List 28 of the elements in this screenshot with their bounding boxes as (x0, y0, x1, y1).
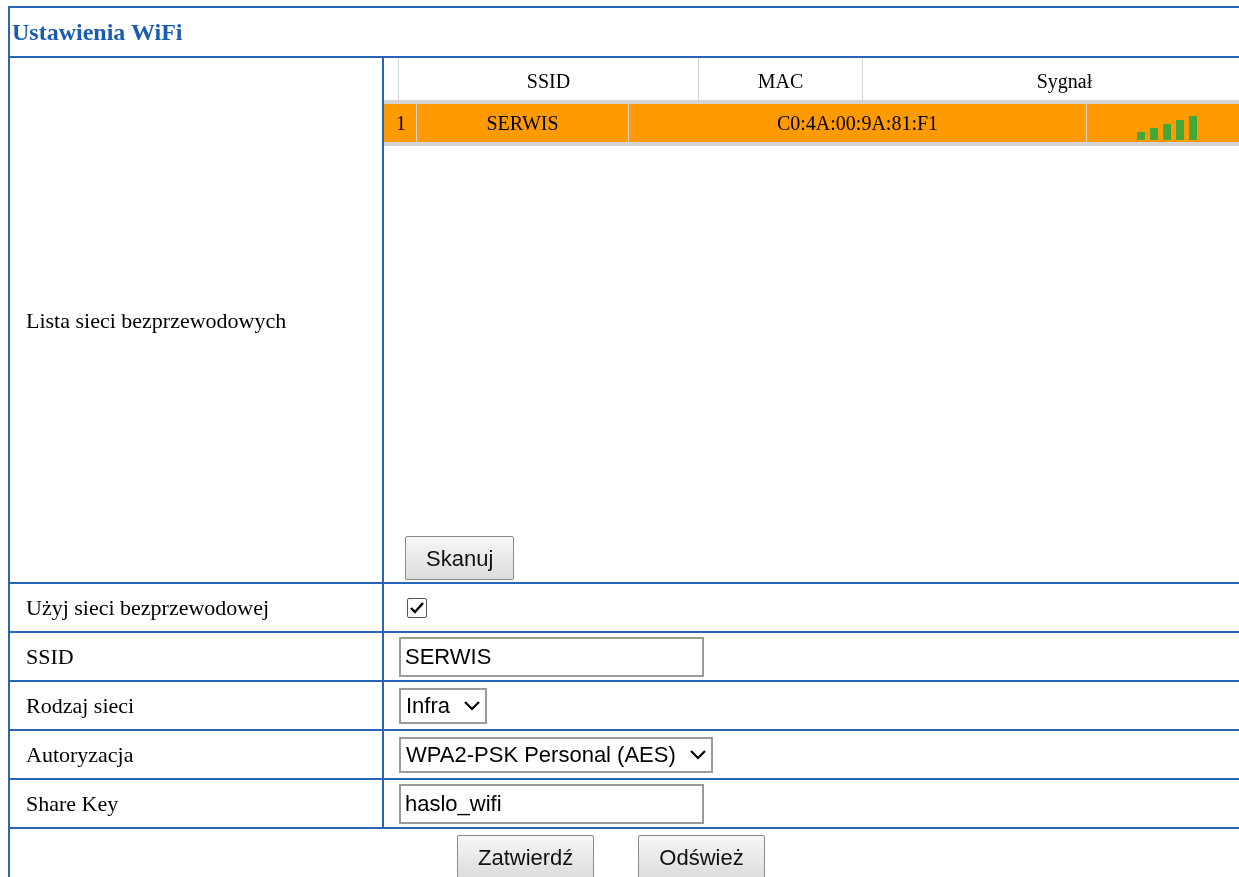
dropdown-value: Infra (406, 692, 451, 720)
checkmark-icon (409, 600, 425, 615)
column-header: SSID (526, 69, 571, 94)
field-label: Share Key (26, 790, 119, 818)
dropdown-value: WPA2-PSK Personal (AES) (406, 741, 676, 769)
field-label: Lista sieci bezprzewodowych (26, 306, 287, 335)
field-label: Użyj sieci bezprzewodowej (26, 594, 270, 622)
scan-button[interactable]: Skanuj (405, 536, 515, 580)
chevron-down-icon (689, 749, 706, 760)
table-cell-text: C0:4A:00:9A:81:F1 (776, 111, 939, 136)
field-label: Autoryzacja (26, 741, 134, 769)
signal-strength-icon (1137, 116, 1199, 140)
page-title: Ustawienia WiFi (12, 18, 183, 47)
chevron-down-icon (464, 700, 481, 711)
text-input[interactable]: SERWIS (399, 636, 704, 677)
column-header: MAC (757, 69, 804, 94)
form-button[interactable]: Zatwierdź (457, 835, 595, 877)
network-row[interactable]: 1 SERWIS C0:4A:00:9A:81:F1 (384, 104, 1239, 146)
form-button[interactable]: Odśwież (638, 835, 765, 877)
dropdown[interactable]: WPA2-PSK Personal (AES) (399, 736, 713, 773)
row-number: 1 (396, 111, 406, 136)
field-label: Rodzaj sieci (26, 692, 135, 720)
field-label: SSID (26, 643, 74, 671)
column-header: Sygnał (1036, 69, 1093, 95)
dropdown[interactable]: Infra (399, 687, 488, 724)
text-input[interactable]: haslo_wifi (399, 783, 704, 824)
checkbox[interactable] (407, 597, 427, 618)
table-cell-text: SERWIS (486, 111, 559, 136)
